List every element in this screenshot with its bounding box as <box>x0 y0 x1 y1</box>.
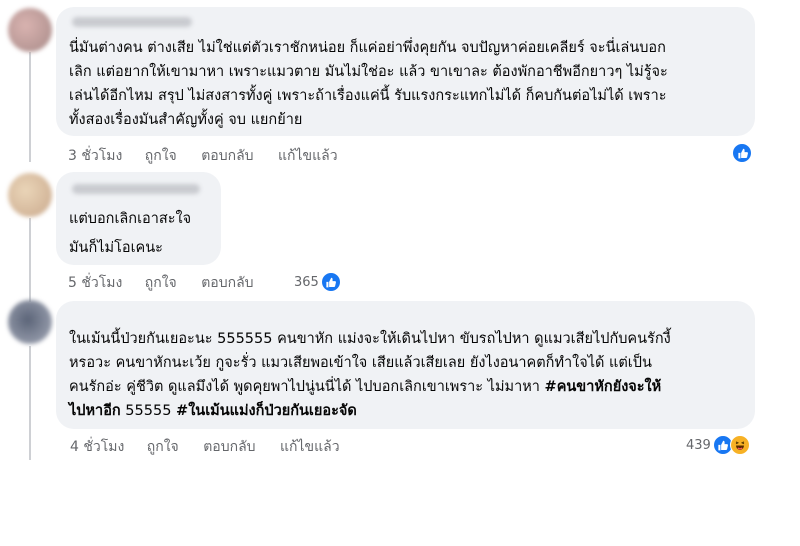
reactions[interactable] <box>732 143 752 163</box>
hashtag-link[interactable]: #คนขาหักยังจะให้ <box>545 379 662 395</box>
like-button[interactable]: ถูกใจ <box>147 439 179 455</box>
comment-text: ในเม้นนี้ป่วยกันเยอะนะ 555555 คนขาหัก แม… <box>69 331 671 419</box>
reaction-count: 365 <box>294 274 319 290</box>
comment-time[interactable]: 4 ชั่วโมง <box>70 439 124 455</box>
commenter-name-blurred[interactable] <box>72 17 192 27</box>
like-icon <box>320 272 341 292</box>
comment-text: นี่มันต่างคน ต่างเสีย ไม่ใช่แต่ตัวเราชัก… <box>69 40 668 128</box>
comment-time[interactable]: 3 ชั่วโมง <box>68 148 122 164</box>
hashtag-link[interactable]: #ในเม้นแม่งก็ป่วยกันเยอะจัด <box>176 403 357 419</box>
like-button[interactable]: ถูกใจ <box>145 148 177 164</box>
hashtag-link[interactable]: ไปหาอีก <box>69 403 121 419</box>
comment-actions: 5 ชั่วโมง ถูกใจ ตอบกลับ <box>68 272 274 294</box>
comment-actions: 4 ชั่วโมง ถูกใจ ตอบกลับ แก้ไขแล้ว <box>70 436 360 458</box>
reply-button[interactable]: ตอบกลับ <box>201 275 253 291</box>
comment-time[interactable]: 5 ชั่วโมง <box>68 275 122 291</box>
thread-line <box>29 218 31 302</box>
edited-label[interactable]: แก้ไขแล้ว <box>278 148 338 164</box>
thread-line <box>29 52 31 162</box>
avatar[interactable] <box>8 173 52 217</box>
thread-line <box>29 346 31 460</box>
commenter-name-blurred[interactable] <box>72 184 200 194</box>
like-icon <box>732 143 752 163</box>
like-button[interactable]: ถูกใจ <box>145 275 177 291</box>
avatar[interactable] <box>8 8 52 52</box>
comment-text: แต่บอกเลิกเอาสะใจ มันก็ไม่โอเคนะ <box>69 211 192 256</box>
avatar[interactable] <box>8 300 52 344</box>
comment-actions: 3 ชั่วโมง ถูกใจ ตอบกลับ แก้ไขแล้ว <box>68 145 358 167</box>
edited-label[interactable]: แก้ไขแล้ว <box>280 439 340 455</box>
reply-button[interactable]: ตอบกลับ <box>203 439 255 455</box>
reactions[interactable]: 365 <box>294 272 341 292</box>
reaction-count: 439 <box>686 437 711 453</box>
reply-button[interactable]: ตอบกลับ <box>201 148 253 164</box>
haha-icon <box>729 435 750 455</box>
reactions[interactable]: 439 <box>686 435 750 455</box>
